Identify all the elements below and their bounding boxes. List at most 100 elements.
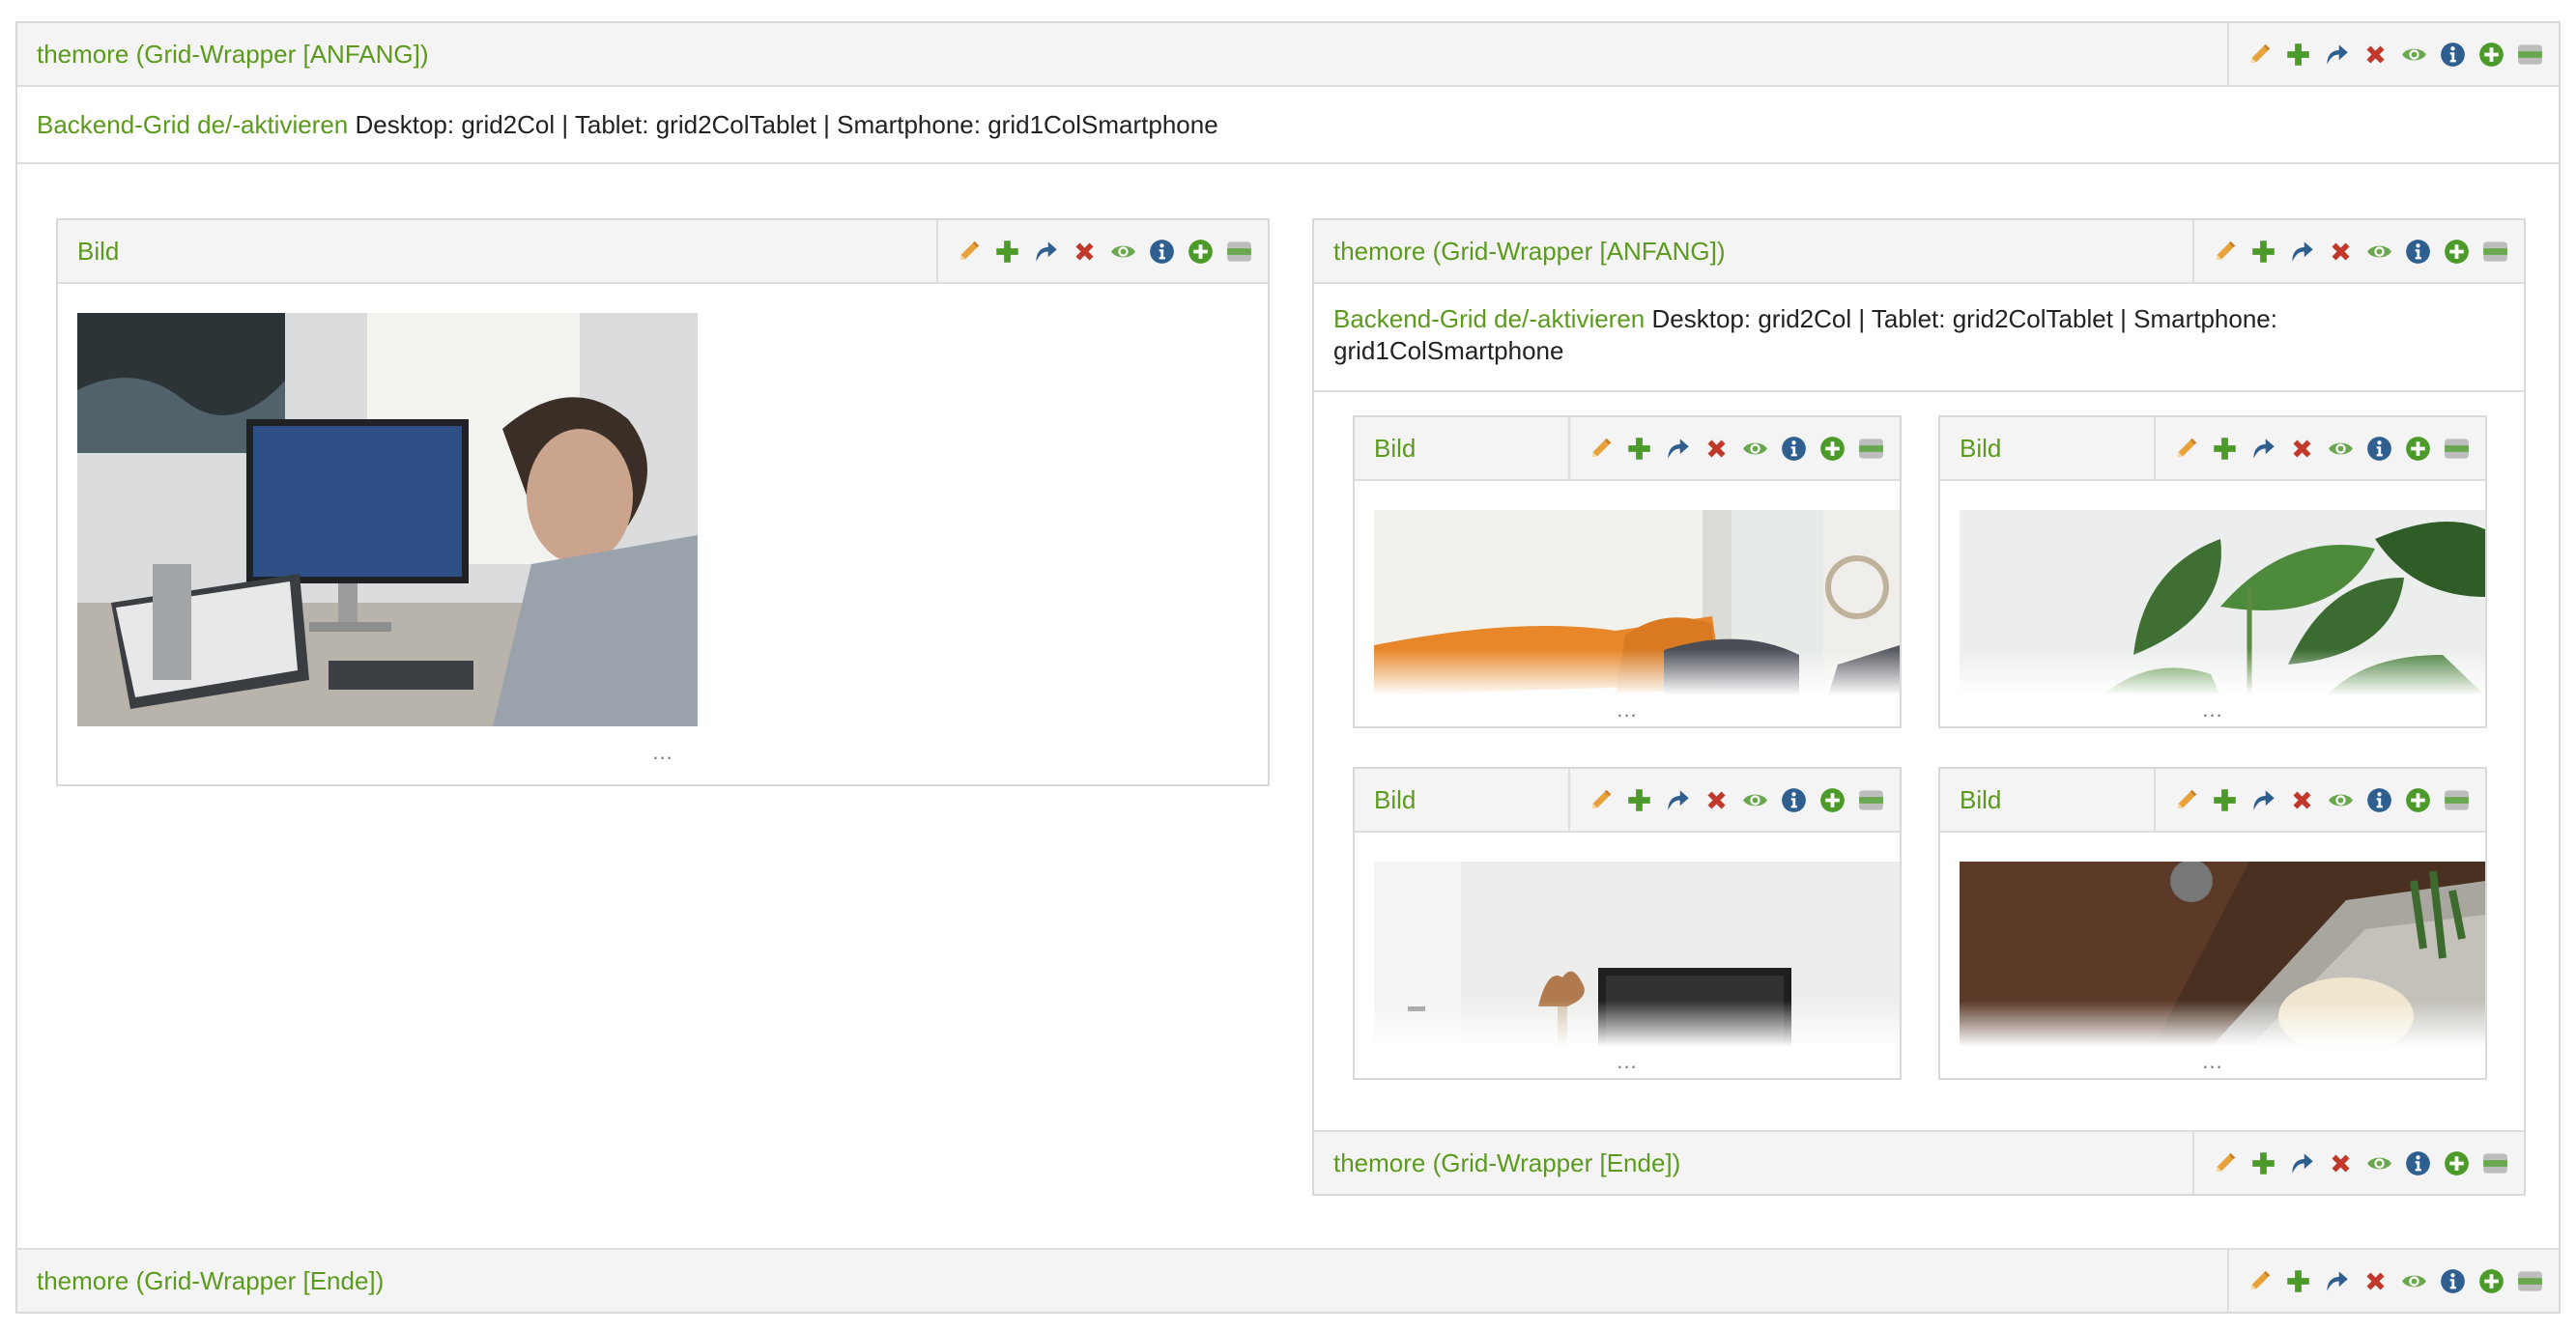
visibility-eye-icon[interactable] bbox=[2366, 1150, 2392, 1176]
visibility-eye-icon[interactable] bbox=[1742, 787, 1768, 813]
inner-grid-wrapper: themore (Grid-Wrapper [ANFANG]) Backend-… bbox=[1312, 218, 2526, 1196]
outer-footer-toolbar bbox=[2227, 1250, 2559, 1312]
collapse-bar-icon[interactable] bbox=[1858, 787, 1884, 813]
visibility-eye-icon[interactable] bbox=[2401, 42, 2427, 68]
tile-1-more[interactable]: ... bbox=[1355, 697, 1900, 722]
photo-white-room bbox=[1374, 862, 1900, 1047]
add-plus-icon[interactable] bbox=[2212, 787, 2238, 813]
outer-wrapper-header: themore (Grid-Wrapper [ANFANG]) bbox=[17, 23, 2559, 87]
add-plus-icon[interactable] bbox=[1626, 787, 1652, 813]
tile-3-more[interactable]: ... bbox=[1355, 1049, 1900, 1074]
add-circle-icon[interactable] bbox=[1819, 436, 1846, 462]
move-arrow-icon[interactable] bbox=[2250, 787, 2276, 813]
move-arrow-icon[interactable] bbox=[2324, 1268, 2350, 1294]
move-arrow-icon[interactable] bbox=[2324, 42, 2350, 68]
edit-pencil-icon[interactable] bbox=[2212, 239, 2238, 265]
tile-1-title[interactable]: Bild bbox=[1355, 434, 1568, 464]
info-icon[interactable] bbox=[1781, 787, 1807, 813]
move-arrow-icon[interactable] bbox=[2289, 239, 2315, 265]
add-plus-icon[interactable] bbox=[2212, 436, 2238, 462]
collapse-bar-icon[interactable] bbox=[2517, 1268, 2543, 1294]
move-arrow-icon[interactable] bbox=[1033, 239, 1059, 265]
add-plus-icon[interactable] bbox=[2250, 239, 2276, 265]
add-plus-icon[interactable] bbox=[2250, 1150, 2276, 1176]
add-plus-icon[interactable] bbox=[994, 239, 1020, 265]
edit-pencil-icon[interactable] bbox=[2173, 436, 2199, 462]
delete-x-icon[interactable] bbox=[1703, 787, 1730, 813]
visibility-eye-icon[interactable] bbox=[2328, 787, 2354, 813]
edit-pencil-icon[interactable] bbox=[2173, 787, 2199, 813]
tile-image-block-4: Bild ... bbox=[1938, 767, 2487, 1080]
info-icon[interactable] bbox=[2405, 239, 2431, 265]
delete-x-icon[interactable] bbox=[2328, 239, 2354, 265]
delete-x-icon[interactable] bbox=[2289, 436, 2315, 462]
tile-1-toolbar bbox=[1568, 417, 1900, 479]
inner-backend-grid-toggle-link[interactable]: Backend-Grid de/-aktivieren bbox=[1333, 304, 1645, 333]
add-plus-icon[interactable] bbox=[2285, 42, 2311, 68]
visibility-eye-icon[interactable] bbox=[2328, 436, 2354, 462]
move-arrow-icon[interactable] bbox=[2289, 1150, 2315, 1176]
outer-backend-grid-toggle-link[interactable]: Backend-Grid de/-aktivieren bbox=[37, 110, 348, 139]
visibility-eye-icon[interactable] bbox=[1742, 436, 1768, 462]
delete-x-icon[interactable] bbox=[2362, 42, 2389, 68]
edit-pencil-icon[interactable] bbox=[2212, 1150, 2238, 1176]
info-icon[interactable] bbox=[2366, 436, 2392, 462]
info-icon[interactable] bbox=[2366, 787, 2392, 813]
visibility-eye-icon[interactable] bbox=[1110, 239, 1136, 265]
move-arrow-icon[interactable] bbox=[1665, 787, 1691, 813]
tile-3-toolbar bbox=[1568, 769, 1900, 831]
info-icon[interactable] bbox=[2440, 1268, 2466, 1294]
outer-wrapper-title[interactable]: themore (Grid-Wrapper [ANFANG]) bbox=[17, 40, 2227, 70]
tile-3-title[interactable]: Bild bbox=[1355, 785, 1568, 815]
inner-wrapper-title[interactable]: themore (Grid-Wrapper [ANFANG]) bbox=[1314, 237, 2192, 267]
tile-4-title[interactable]: Bild bbox=[1940, 785, 2154, 815]
edit-pencil-icon[interactable] bbox=[1588, 787, 1614, 813]
add-circle-icon[interactable] bbox=[2444, 1150, 2470, 1176]
inner-wrapper-header: themore (Grid-Wrapper [ANFANG]) bbox=[1314, 220, 2524, 284]
photo-wood-table bbox=[1960, 862, 2485, 1047]
move-arrow-icon[interactable] bbox=[2250, 436, 2276, 462]
collapse-bar-icon[interactable] bbox=[2517, 42, 2543, 68]
delete-x-icon[interactable] bbox=[2328, 1150, 2354, 1176]
add-circle-icon[interactable] bbox=[1188, 239, 1214, 265]
visibility-eye-icon[interactable] bbox=[2366, 239, 2392, 265]
edit-pencil-icon[interactable] bbox=[1588, 436, 1614, 462]
photo-man-at-computer bbox=[77, 313, 698, 726]
delete-x-icon[interactable] bbox=[1072, 239, 1098, 265]
info-icon[interactable] bbox=[2440, 42, 2466, 68]
info-icon[interactable] bbox=[1149, 239, 1175, 265]
collapse-bar-icon[interactable] bbox=[1858, 436, 1884, 462]
collapse-bar-icon[interactable] bbox=[1226, 239, 1252, 265]
info-icon[interactable] bbox=[1781, 436, 1807, 462]
inner-wrapper-end-title[interactable]: themore (Grid-Wrapper [Ende]) bbox=[1314, 1148, 2192, 1178]
edit-pencil-icon[interactable] bbox=[2247, 1268, 2273, 1294]
add-circle-icon[interactable] bbox=[2478, 1268, 2504, 1294]
outer-wrapper-end-title[interactable]: themore (Grid-Wrapper [Ende]) bbox=[17, 1266, 2227, 1296]
collapse-bar-icon[interactable] bbox=[2444, 787, 2470, 813]
collapse-bar-icon[interactable] bbox=[2482, 1150, 2508, 1176]
left-image-title[interactable]: Bild bbox=[58, 237, 936, 267]
edit-pencil-icon[interactable] bbox=[956, 239, 982, 265]
tile-2-more[interactable]: ... bbox=[1940, 697, 2485, 722]
add-plus-icon[interactable] bbox=[1626, 436, 1652, 462]
add-circle-icon[interactable] bbox=[1819, 787, 1846, 813]
tile-2-title[interactable]: Bild bbox=[1940, 434, 2154, 464]
add-plus-icon[interactable] bbox=[2285, 1268, 2311, 1294]
left-image-more[interactable]: ... bbox=[58, 740, 1268, 765]
delete-x-icon[interactable] bbox=[1703, 436, 1730, 462]
inner-footer-toolbar bbox=[2192, 1132, 2524, 1194]
add-circle-icon[interactable] bbox=[2478, 42, 2504, 68]
delete-x-icon[interactable] bbox=[2289, 787, 2315, 813]
visibility-eye-icon[interactable] bbox=[2401, 1268, 2427, 1294]
tile-4-more[interactable]: ... bbox=[1940, 1049, 2485, 1074]
collapse-bar-icon[interactable] bbox=[2482, 239, 2508, 265]
add-circle-icon[interactable] bbox=[2405, 787, 2431, 813]
collapse-bar-icon[interactable] bbox=[2444, 436, 2470, 462]
tile-2-toolbar bbox=[2154, 417, 2485, 479]
move-arrow-icon[interactable] bbox=[1665, 436, 1691, 462]
info-icon[interactable] bbox=[2405, 1150, 2431, 1176]
edit-pencil-icon[interactable] bbox=[2247, 42, 2273, 68]
delete-x-icon[interactable] bbox=[2362, 1268, 2389, 1294]
add-circle-icon[interactable] bbox=[2405, 436, 2431, 462]
add-circle-icon[interactable] bbox=[2444, 239, 2470, 265]
